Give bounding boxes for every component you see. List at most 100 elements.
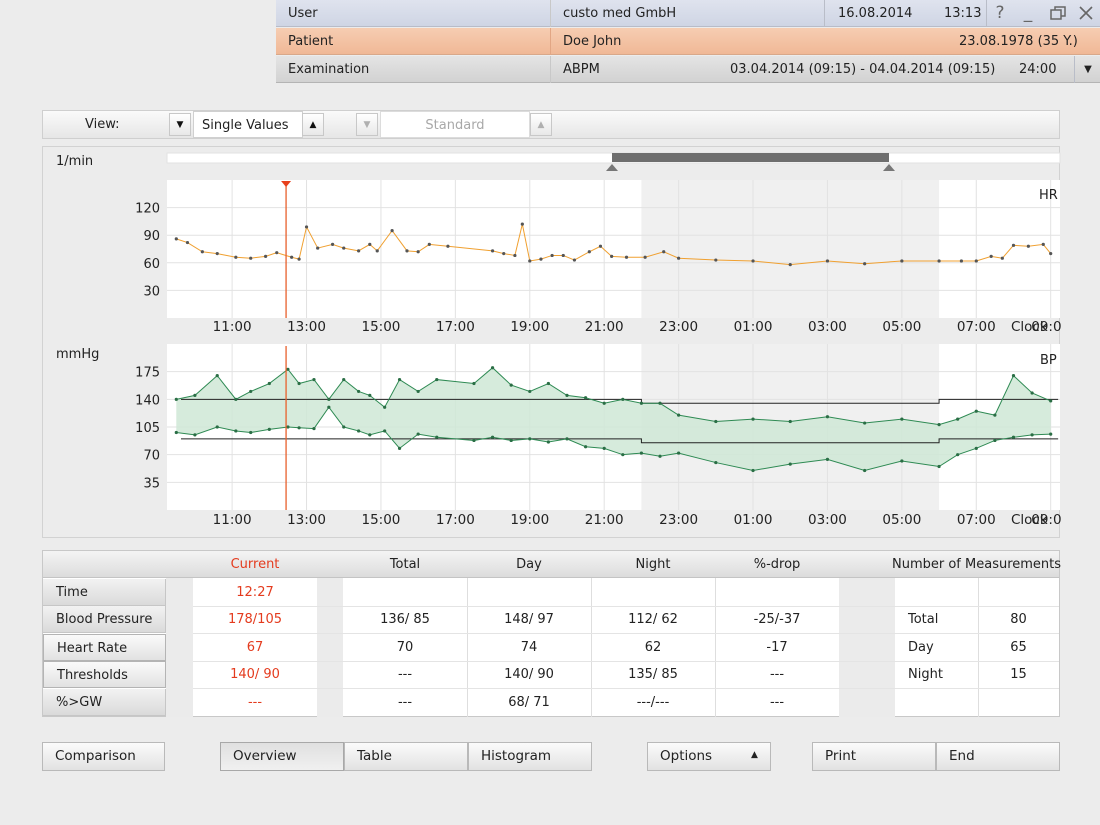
hr-point [900,259,904,263]
bp-point [490,366,495,370]
slider-right-handle [883,164,895,171]
row-label-gw: %>GW [43,689,166,716]
hr-point [368,242,372,246]
examination-row: Examination ABPM 03.04.2014 (09:15) - 04… [276,56,1100,83]
mode-select: Standard [380,111,530,138]
chart-panel: 1/min HR 120 90 60 30 11:00 13:00 15:00 17:00 1… [42,146,1061,539]
hr-point [550,253,554,258]
hr-point [357,249,361,253]
bp-point [677,413,681,417]
gw-day: 68/ 71 [508,695,550,710]
bp-x-tick: 07:00 [957,512,996,528]
hr-point [561,253,565,258]
count-total: 80 [1010,612,1027,627]
mode-prev-icon: ▼ [356,113,378,136]
bp-point [956,453,960,457]
bp-point [1011,374,1016,378]
row-label-heart-rate[interactable]: Heart Rate [43,634,166,661]
hr-drop: -17 [766,640,788,655]
bp-point [993,438,997,443]
count-day: 65 [1010,640,1027,655]
bp-point [234,397,238,401]
hr-day: 74 [520,640,538,655]
bp-point [174,430,178,435]
view-toolbar: View: ▼ Single Values ▲ ▼ Standard ▲ [42,110,1060,139]
hr-point [316,246,320,250]
bp-point [193,433,197,437]
current-time: 13:13 [944,6,982,21]
bp-point [368,393,372,397]
hr-series-label: HR [1039,188,1058,203]
bp-point [788,462,792,466]
patient-label: Patient [276,28,551,55]
end-button[interactable]: End [936,742,1060,771]
hr-point [974,259,978,263]
hr-point [304,225,309,229]
hr-x-unit: Clock [1011,319,1048,335]
time-range-slider[interactable] [612,153,889,162]
hr-point [662,250,666,254]
col-total: Total [389,557,421,572]
bp-point [993,413,997,417]
bp-point [602,401,606,405]
bp-point [342,377,346,382]
hr-night-band [641,180,940,318]
bp-point [825,415,830,419]
row-label-thresholds[interactable]: Thresholds [43,661,166,688]
histogram-button[interactable]: Histogram [468,742,592,771]
row-label-time: Time [43,579,166,606]
overview-button[interactable]: Overview [220,742,344,771]
examination-dropdown-icon[interactable]: ▼ [1080,56,1096,83]
bp-night: 112/ 62 [628,612,678,627]
view-next-icon[interactable]: ▲ [302,113,324,136]
table-button[interactable]: Table [344,742,468,771]
bp-x-tick: 11:00 [213,512,252,528]
bp-point [565,437,569,441]
hr-point [264,254,268,258]
bp-x-tick: 19:00 [510,512,549,528]
options-button[interactable]: Options ▲ [647,742,771,771]
bp-point [234,429,238,433]
bp-point [751,468,755,473]
hr-point [513,253,517,258]
comparison-button[interactable]: Comparison [42,742,165,771]
restore-icon[interactable] [1046,2,1070,24]
time-current: 12:27 [236,585,274,600]
hr-x-tick: 15:00 [361,319,400,335]
view-prev-icon[interactable]: ▼ [169,113,191,136]
bp-point [327,397,331,401]
bp-point [435,435,439,439]
hr-point [528,259,532,263]
count-night-label: Night [908,667,943,682]
bp-point [472,438,476,443]
bp-point [528,389,532,394]
bp-point [416,389,420,394]
patient-birthdate: 23.08.1978 (35 Y.) [959,34,1078,49]
bp-point [565,393,569,397]
hr-x-tick: 19:00 [510,319,549,335]
view-select[interactable]: Single Values [193,111,303,138]
bp-point [342,425,346,429]
bp-point [1049,432,1053,436]
bp-point [1030,391,1034,395]
bp-point [900,417,904,421]
help-icon[interactable]: ? [988,2,1012,24]
print-button[interactable]: Print [812,742,936,771]
bp-point [297,426,301,430]
bp-point [863,421,867,425]
minimize-icon[interactable]: _ [1016,2,1040,24]
bp-point [416,432,420,436]
bp-total: 136/ 85 [380,612,430,627]
abpm-charts[interactable]: 1/min HR 120906030 11:00 13:00 15:00 17:00 1… [43,147,1061,539]
bp-unit-label: mmHg [56,347,99,362]
close-icon[interactable] [1074,2,1098,24]
bp-point [900,459,904,463]
hr-x-tick: 17:00 [436,319,475,335]
hr-point [390,229,394,233]
bp-point [1011,435,1016,439]
col-day: Day [516,557,542,572]
bp-point [509,383,513,387]
hr-point [405,249,409,253]
hr-night: 62 [644,640,662,655]
bp-point [327,405,331,409]
